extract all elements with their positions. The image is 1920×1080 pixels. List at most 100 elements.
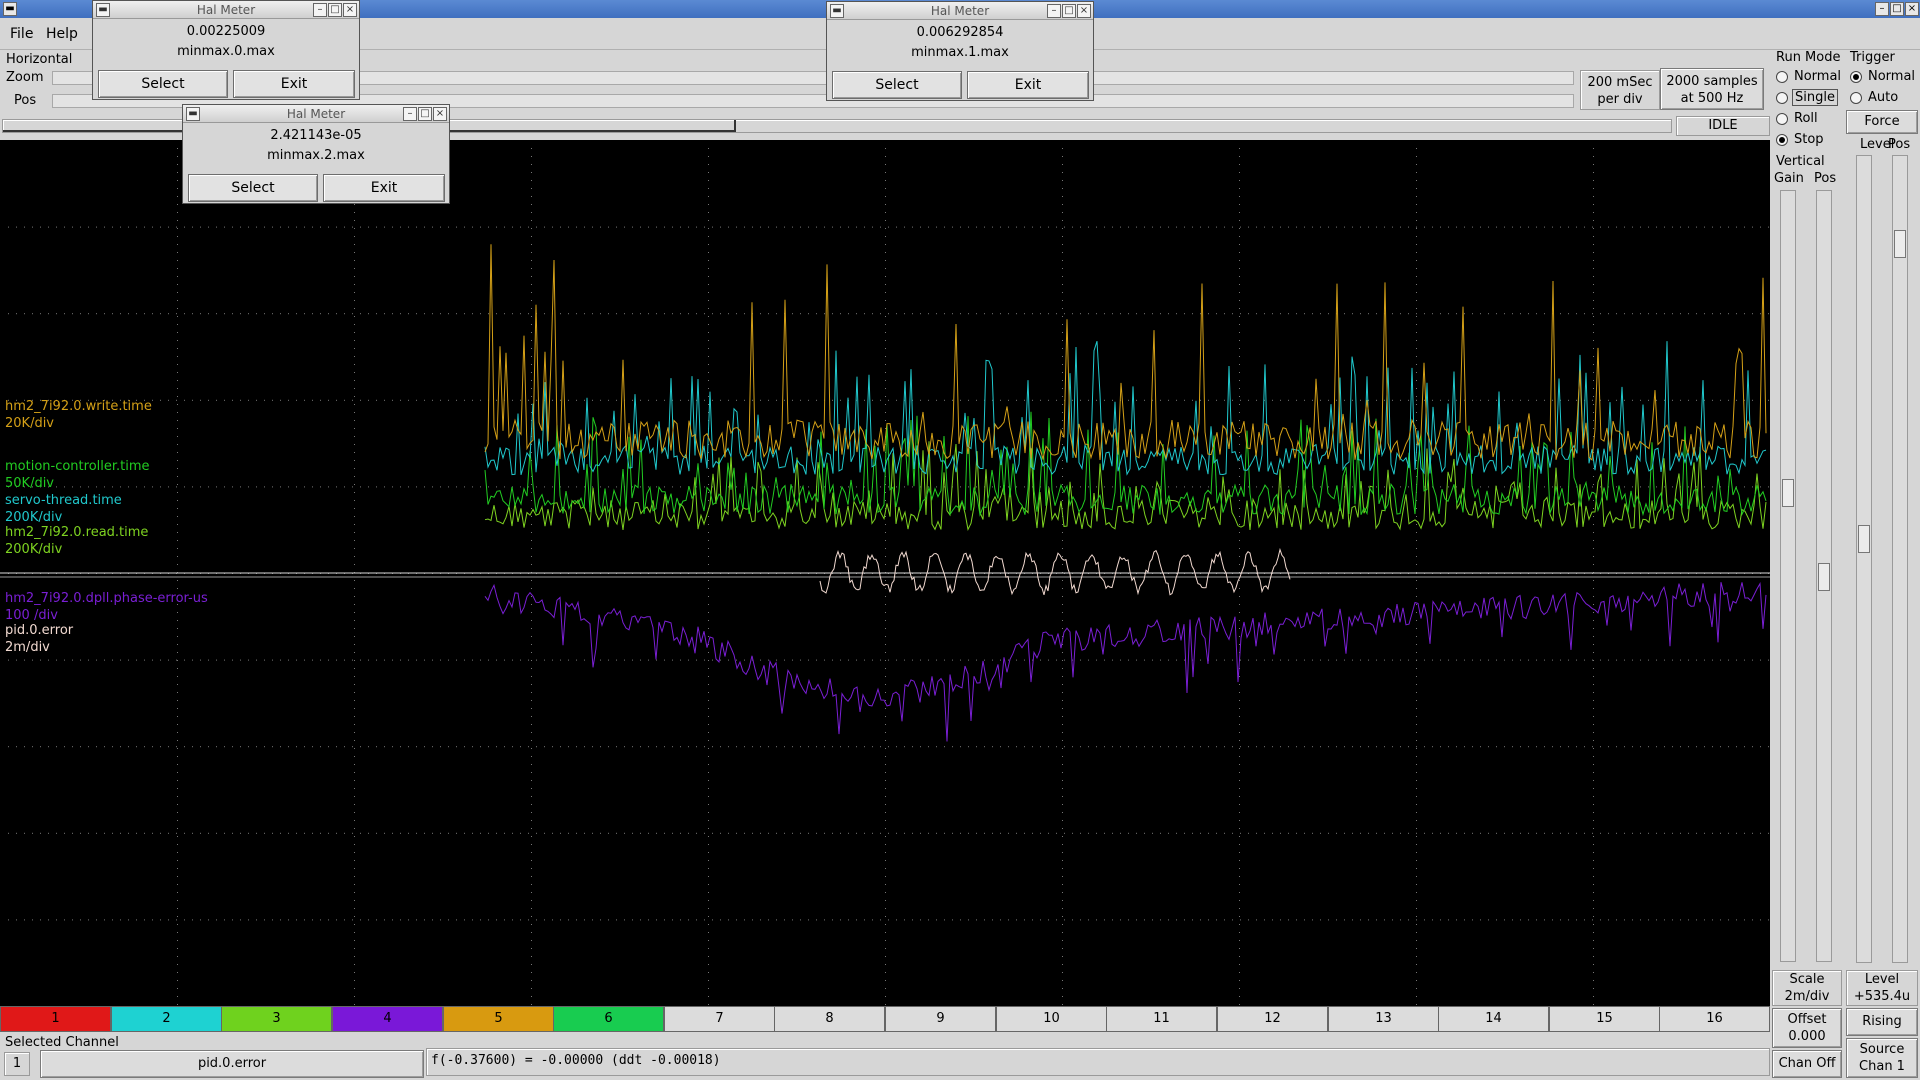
trigger-level-value-label: Level <box>1864 972 1900 987</box>
channel-button-10[interactable]: 10 <box>996 1006 1107 1032</box>
hal-meter-2-titlebar[interactable]: ▬ Hal Meter – □ × <box>183 105 449 123</box>
run-mode-label: Run Mode <box>1776 50 1841 65</box>
hal-meter-1-close-icon[interactable]: × <box>1077 4 1091 18</box>
scale-box[interactable]: Scale 2m/div <box>1772 970 1842 1006</box>
hal-meter-0-window: ▬ Hal Meter – □ × 0.00225009 minmax.0.ma… <box>92 0 360 100</box>
vertical-label: Vertical <box>1776 154 1825 169</box>
trigger-level-value: +535.4u <box>1853 989 1911 1004</box>
maximize-icon[interactable]: □ <box>1890 2 1904 16</box>
samples-line1: 2000 samples <box>1666 74 1758 89</box>
hal-meter-0-select-button[interactable]: Select <box>98 70 228 98</box>
menu-help[interactable]: Help <box>46 26 78 42</box>
trigger-level-box: Level +535.4u <box>1846 970 1918 1006</box>
hal-meter-2-pin: minmax.2.max <box>267 148 365 163</box>
status-display: IDLE <box>1676 116 1770 136</box>
trigger-level-slider[interactable] <box>1856 155 1872 963</box>
gain-slider-thumb[interactable] <box>1782 479 1794 507</box>
menu-file[interactable]: File <box>10 26 33 42</box>
hal-meter-0-titlebar[interactable]: ▬ Hal Meter – □ × <box>93 1 359 19</box>
horizontal-group-label: Horizontal <box>6 52 73 67</box>
run-mode-normal-label[interactable]: Normal <box>1794 69 1841 84</box>
channel-button-8[interactable]: 8 <box>774 1006 885 1032</box>
hal-meter-1-title: Hal Meter <box>930 4 990 18</box>
hal-meter-2-value: 2.421143e-05 <box>270 128 362 143</box>
channel-button-13[interactable]: 13 <box>1328 1006 1439 1032</box>
close-icon[interactable]: × <box>1905 2 1919 16</box>
run-mode-normal-radio[interactable] <box>1776 71 1788 83</box>
channel-button-1[interactable]: 1 <box>0 1006 111 1032</box>
offset-label: Offset <box>1787 1012 1827 1027</box>
offset-button[interactable]: Offset 0.000 <box>1772 1008 1842 1048</box>
hal-meter-0-maximize-icon[interactable]: □ <box>328 3 342 17</box>
channel-button-9[interactable]: 9 <box>885 1006 996 1032</box>
hal-meter-0-close-icon[interactable]: × <box>343 3 357 17</box>
hal-meter-0-minimize-icon[interactable]: – <box>313 3 327 17</box>
channel-button-4[interactable]: 4 <box>332 1006 443 1032</box>
trace-label-1: hm2_7i92.0.write.time 20K/div <box>5 398 152 432</box>
channel-button-6[interactable]: 6 <box>553 1006 664 1032</box>
channel-button-2[interactable]: 2 <box>111 1006 222 1032</box>
scope-display[interactable]: hm2_7i92.0.write.time 20K/div motion-contr… <box>0 140 1770 1006</box>
rate-display[interactable]: 200 mSec per div <box>1580 70 1660 110</box>
pos-label: Pos <box>14 93 37 108</box>
hal-meter-2-maximize-icon[interactable]: □ <box>418 107 432 121</box>
hal-meter-2-minimize-icon[interactable]: – <box>403 107 417 121</box>
hal-meter-1-maximize-icon[interactable]: □ <box>1062 4 1076 18</box>
channel-button-7[interactable]: 7 <box>664 1006 775 1032</box>
trigger-normal-label[interactable]: Normal <box>1868 69 1915 84</box>
trace-name-6: pid.0.error <box>5 623 74 638</box>
vertical-pos-slider-thumb[interactable] <box>1818 563 1830 591</box>
selected-channel-name-button[interactable]: pid.0.error <box>40 1050 424 1078</box>
hal-meter-1-minimize-icon[interactable]: – <box>1047 4 1061 18</box>
hal-meter-2-menu-icon[interactable]: ▬ <box>186 107 200 121</box>
run-mode-stop-label[interactable]: Stop <box>1794 132 1824 147</box>
channel-button-16[interactable]: 16 <box>1659 1006 1770 1032</box>
hal-meter-2-select-button[interactable]: Select <box>188 174 318 202</box>
run-mode-single-radio[interactable] <box>1776 92 1788 104</box>
channel-button-11[interactable]: 11 <box>1106 1006 1217 1032</box>
trigger-auto-label[interactable]: Auto <box>1868 90 1898 105</box>
run-mode-roll-label[interactable]: Roll <box>1794 111 1818 126</box>
hal-meter-2-close-icon[interactable]: × <box>433 107 447 121</box>
trigger-source-button[interactable]: Source Chan 1 <box>1846 1038 1918 1078</box>
hal-meter-0-menu-icon[interactable]: ▬ <box>96 3 110 17</box>
trace-label-5: hm2_7i92.0.dpll.phase-error-us 100 /div <box>5 590 208 624</box>
channel-button-3[interactable]: 3 <box>221 1006 332 1032</box>
trace-label-6: pid.0.error 2m/div <box>5 622 73 656</box>
channel-button-12[interactable]: 12 <box>1217 1006 1328 1032</box>
channel-button-14[interactable]: 14 <box>1438 1006 1549 1032</box>
samples-button[interactable]: 2000 samples at 500 Hz <box>1660 68 1764 110</box>
hal-meter-2-window: ▬ Hal Meter – □ × 2.421143e-05 minmax.2.… <box>182 104 450 204</box>
trigger-pos-slider[interactable] <box>1892 155 1908 963</box>
trigger-level-slider-thumb[interactable] <box>1858 525 1870 553</box>
run-mode-roll-radio[interactable] <box>1776 113 1788 125</box>
channel-button-15[interactable]: 15 <box>1549 1006 1660 1032</box>
hal-meter-1-select-button[interactable]: Select <box>832 71 962 99</box>
window-menu-icon[interactable]: ▬ <box>3 2 17 16</box>
channel-button-5[interactable]: 5 <box>443 1006 554 1032</box>
rate-line1: 200 mSec <box>1587 75 1653 90</box>
trace-phase-error-waveform <box>484 582 1767 742</box>
hal-meter-1-window: ▬ Hal Meter – □ × 0.006292854 minmax.1.m… <box>826 1 1094 101</box>
scope-waveforms <box>484 244 1767 742</box>
hal-meter-1-menu-icon[interactable]: ▬ <box>830 4 844 18</box>
scale-value: 2m/div <box>1784 989 1830 1004</box>
run-mode-single-label[interactable]: Single <box>1792 89 1838 106</box>
hal-meter-1-titlebar[interactable]: ▬ Hal Meter – □ × <box>827 2 1093 20</box>
gain-slider[interactable] <box>1780 190 1796 962</box>
force-button[interactable]: Force <box>1846 110 1918 134</box>
vertical-pos-slider[interactable] <box>1816 190 1832 962</box>
trigger-edge-button[interactable]: Rising <box>1846 1008 1918 1036</box>
trigger-source-label: Source <box>1859 1042 1905 1057</box>
run-mode-stop-radio[interactable] <box>1776 134 1788 146</box>
hal-meter-1-value: 0.006292854 <box>916 25 1004 40</box>
trigger-pos-slider-thumb[interactable] <box>1894 230 1906 258</box>
trigger-normal-radio[interactable] <box>1850 71 1862 83</box>
hal-meter-2-exit-button[interactable]: Exit <box>323 174 445 202</box>
hal-meter-0-exit-button[interactable]: Exit <box>233 70 355 98</box>
hal-meter-1-exit-button[interactable]: Exit <box>967 71 1089 99</box>
chan-off-button[interactable]: Chan Off <box>1772 1050 1842 1078</box>
minimize-icon[interactable]: – <box>1875 2 1889 16</box>
trace-label-3: servo-thread.time 200K/div <box>5 492 122 526</box>
trigger-auto-radio[interactable] <box>1850 92 1862 104</box>
